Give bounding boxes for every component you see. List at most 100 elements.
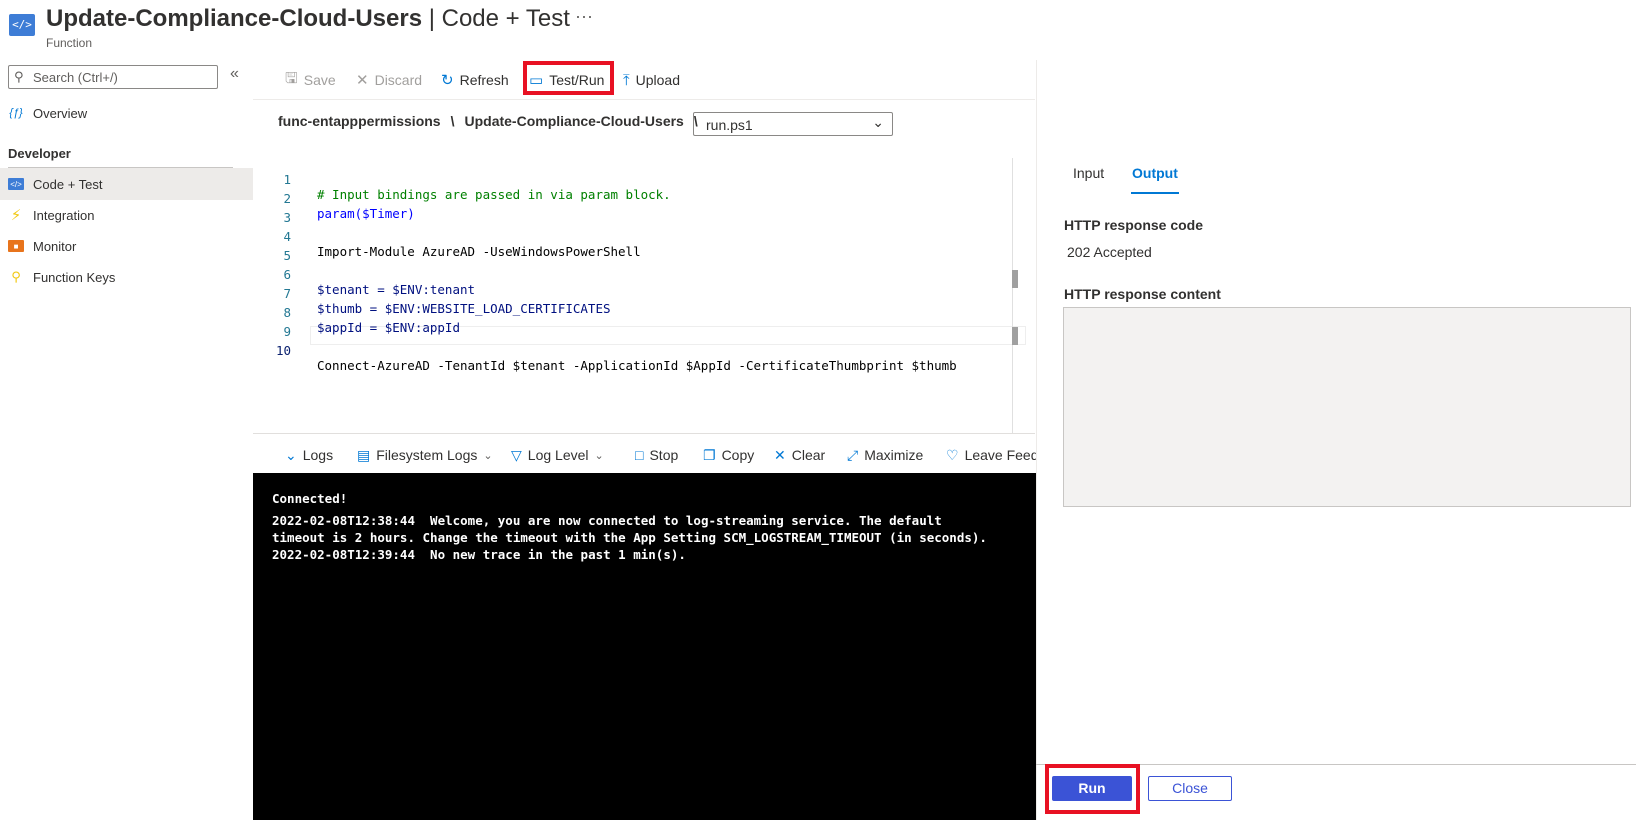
maximize-icon: ⤢ [847,446,859,463]
scrollbar-marker [1012,270,1018,288]
blade-header: </> Update-Compliance-Cloud-Users | Code… [0,0,1636,56]
logs-label: Logs [302,447,334,463]
save-label: Save [303,72,336,88]
close-icon: ✕ [356,72,369,89]
close-icon: ✕ [774,446,786,463]
maximize-label: Maximize [864,447,924,463]
filter-icon: ▽ [511,446,522,463]
code-text: Connect-AzureAD -TenantId $tenant -Appli… [317,358,957,373]
code-line: 7 $thumb = $ENV:WEBSITE_LOAD_CERTIFICATE… [253,271,1026,316]
logs-toggle-button[interactable]: ⌄ Logs [285,445,333,465]
code-line: 3 [253,195,1026,225]
sidebar-item-code-test[interactable]: </> Code + Test [0,168,253,200]
code-line: 10 Connect-AzureAD -TenantId $tenant -Ap… [253,328,1026,373]
code-line: 5 [253,233,1026,263]
stop-label: Stop [649,447,679,463]
maximize-button[interactable]: ⤢ Maximize [847,445,923,465]
function-fx-icon: {ƒ} [9,107,23,119]
function-name: Update-Compliance-Cloud-Users [46,5,423,32]
stop-button[interactable]: □ Stop [635,445,678,465]
document-icon: ▤ [357,446,371,463]
editor-scrollbar[interactable] [1012,158,1026,433]
filesystem-logs-dropdown[interactable]: ▤ Filesystem Logs ⌄ [357,445,493,465]
tab-output[interactable]: Output [1132,165,1178,181]
copy-button[interactable]: ❐ Copy [703,445,754,465]
leave-feedback-button[interactable]: ♡ Leave Feedback [946,445,1036,465]
code-line: 8 $appId = $ENV:appId [253,290,1026,335]
search-input[interactable]: ⚲ Search (Ctrl+/) [8,65,218,89]
breadcrumb: func-entapppermissions \ Update-Compliance… [278,113,708,129]
upload-label: Upload [635,72,681,88]
copy-icon: ❐ [703,446,716,463]
code-line: 1 # Input bindings are passed in via par… [253,157,1026,202]
leave-feedback-label: Leave Feedback [964,447,1036,463]
key-icon: ⚲ [11,269,21,284]
heart-icon: ♡ [946,446,959,463]
collapse-nav-button[interactable]: « [230,65,239,83]
code-editor[interactable]: 1 # Input bindings are passed in via par… [253,155,1026,433]
sidebar-item-label: Code + Test [33,176,103,192]
chevron-down-icon: ⌄ [285,446,297,463]
save-icon: 🖫 [285,69,298,87]
sidebar-item-overview[interactable]: {ƒ} Overview [0,97,253,129]
log-level-label: Log Level [527,447,589,463]
search-placeholder: Search (Ctrl+/) [33,70,118,85]
left-nav: ⚲ Search (Ctrl+/) « {ƒ} Overview Develop… [0,60,253,820]
file-dropdown[interactable]: run.ps1 ⌄ [693,112,893,136]
breadcrumb-app[interactable]: func-entapppermissions [278,113,441,129]
refresh-icon: ↻ [441,72,454,89]
search-icon: ⚲ [14,69,24,84]
log-level-dropdown[interactable]: ▽ Log Level ⌄ [511,445,604,465]
function-code-icon: </> [9,14,35,36]
run-button[interactable]: Run [1052,776,1132,801]
close-button[interactable]: Close [1148,776,1232,801]
code-line: 4 Import-Module AzureAD -UseWindowsPower… [253,214,1026,259]
line-number: 10 [275,343,291,358]
sidebar-item-monitor[interactable]: ■ Monitor [0,230,253,262]
resource-type: Function [46,36,93,50]
code-line: 9 [253,309,1026,339]
section-developer: Developer [8,146,71,161]
active-tab-indicator [1131,192,1179,194]
sidebar-item-integration[interactable]: ⚡ Integration [0,199,253,231]
console-line: 2022-02-08T12:39:44 No new trace in the … [272,547,686,562]
breadcrumb-function[interactable]: Update-Compliance-Cloud-Users [464,113,683,129]
refresh-label: Refresh [459,72,509,88]
chevron-down-icon: ⌄ [594,449,604,462]
stop-icon: □ [635,447,644,463]
code-line: 2 param($Timer) [253,176,1026,221]
sidebar-item-function-keys[interactable]: ⚲ Function Keys [0,261,253,293]
refresh-button[interactable]: ↻ Refresh [441,70,509,90]
lightning-icon: ⚡ [10,207,22,224]
upload-icon: ⤒ [623,71,630,89]
sidebar-item-label: Monitor [33,238,77,254]
tab-input[interactable]: Input [1073,165,1104,181]
filesystem-logs-label: Filesystem Logs [376,447,478,463]
sidebar-item-label: Function Keys [33,269,116,285]
scrollbar-marker [1012,327,1018,345]
upload-button[interactable]: ⤒ Upload [623,70,680,90]
code-line: 6 $tenant = $ENV:tenant [253,252,1026,297]
sidebar-item-label: Overview [33,105,88,121]
discard-button[interactable]: ✕ Discard [356,70,422,90]
console-line: 2022-02-08T12:38:44 Welcome, you are now… [272,513,942,528]
clear-button[interactable]: ✕ Clear [774,445,825,465]
discard-label: Discard [374,72,423,88]
page-title: Update-Compliance-Cloud-Users | Code + T… [46,5,570,33]
copy-label: Copy [721,447,755,463]
chevron-down-icon: ⌄ [483,449,493,462]
console-line: timeout is 2 hours. Change the timeout w… [272,530,987,545]
editor-toolbar: 🖫 Save ✕ Discard ↻ Refresh ▭ Test/Run ⤒ … [253,60,1035,100]
more-options-button[interactable]: ··· [575,6,593,27]
clear-label: Clear [791,447,826,463]
response-content-label: HTTP response content [1064,286,1221,302]
response-code-label: HTTP response code [1064,217,1204,233]
title-section: | Code + Test [422,5,570,32]
save-button[interactable]: 🖫 Save [285,70,336,90]
monitor-icon: ■ [8,240,24,252]
test-run-highlight [523,61,614,95]
log-console[interactable]: Connected! 2022-02-08T12:38:44 Welcome, … [253,473,1036,820]
response-code-value: 202 Accepted [1067,244,1152,260]
logs-toolbar: ⌄ Logs ▤ Filesystem Logs ⌄ ▽ Log Level ⌄… [253,433,1036,473]
response-content-box[interactable] [1063,307,1631,507]
